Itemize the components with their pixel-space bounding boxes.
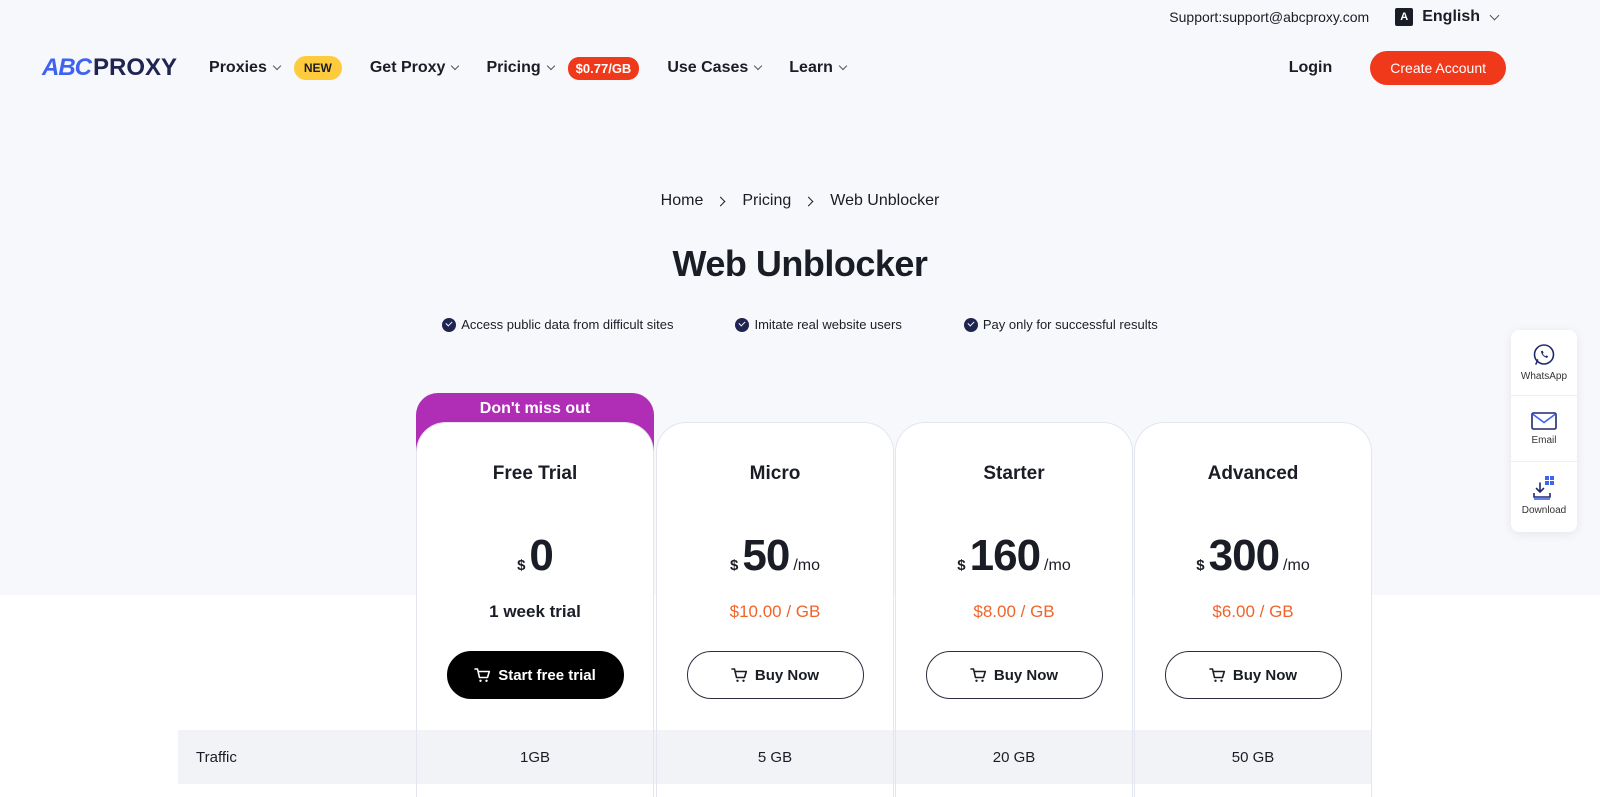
cta-label: Buy Now bbox=[754, 666, 820, 684]
contact-label: Download bbox=[1521, 504, 1567, 516]
new-badge: NEW bbox=[293, 56, 342, 80]
chevron-down-icon bbox=[451, 61, 460, 71]
download-link[interactable]: Download bbox=[1511, 462, 1577, 528]
plan-rate: $8.00 / GB bbox=[973, 602, 1055, 621]
nav-pricing-label: Pricing bbox=[486, 59, 541, 76]
buy-now-button[interactable]: Buy Now bbox=[1164, 651, 1342, 699]
contact-label: Email bbox=[1531, 435, 1557, 446]
plan-name: Micro bbox=[749, 463, 801, 484]
price-amount: 160 bbox=[969, 531, 1041, 580]
language-label: English bbox=[1422, 8, 1480, 25]
check-circle-icon bbox=[963, 317, 978, 332]
cart-icon bbox=[474, 667, 491, 683]
breadcrumb-pricing[interactable]: Pricing bbox=[742, 192, 791, 210]
feature-list: Access public data from difficult sites … bbox=[0, 317, 1600, 332]
chevron-down-icon bbox=[272, 61, 282, 71]
nav-pricing[interactable]: Pricing $0.77/GB bbox=[486, 56, 640, 80]
nav-learn-label: Learn bbox=[789, 59, 833, 76]
traffic-value: 5 GB bbox=[757, 749, 793, 766]
email-icon bbox=[1531, 412, 1557, 430]
page-title: Web Unblocker bbox=[672, 243, 928, 284]
nav-get-proxy-label: Get Proxy bbox=[369, 59, 446, 76]
logo-proxy: PROXY bbox=[93, 54, 178, 81]
breadcrumb-home[interactable]: Home bbox=[661, 192, 704, 210]
row-label-traffic: Traffic bbox=[196, 749, 237, 766]
plan-name: Free Trial bbox=[492, 463, 578, 484]
currency-symbol: $ bbox=[517, 557, 526, 574]
price-period: /mo bbox=[1044, 557, 1071, 574]
chevron-down-icon bbox=[546, 61, 555, 71]
buy-now-button[interactable]: Buy Now bbox=[686, 651, 864, 699]
chevron-right-icon bbox=[715, 196, 726, 206]
currency-symbol: $ bbox=[1196, 557, 1205, 574]
cta-label: Buy Now bbox=[993, 666, 1059, 684]
feature-item: Pay only for successful results bbox=[963, 317, 1158, 332]
whatsapp-icon bbox=[1533, 344, 1555, 365]
start-free-trial-button[interactable]: Start free trial bbox=[446, 651, 624, 699]
nav-proxies[interactable]: Proxies NEW bbox=[209, 56, 342, 80]
feature-text: Imitate real website users bbox=[754, 317, 902, 332]
translate-icon: A bbox=[1395, 8, 1414, 26]
download-icon bbox=[1533, 475, 1554, 500]
price-amount: 0 bbox=[529, 531, 554, 580]
feature-text: Pay only for successful results bbox=[982, 317, 1158, 332]
plan-name: Advanced bbox=[1207, 463, 1299, 484]
create-account-button[interactable]: Create Account bbox=[1370, 51, 1506, 85]
chevron-down-icon bbox=[838, 61, 848, 71]
breadcrumb-current: Web Unblocker bbox=[830, 192, 940, 209]
email-link[interactable]: Email bbox=[1511, 396, 1577, 462]
cart-icon bbox=[731, 667, 748, 683]
logo[interactable]: ABC PROXY bbox=[42, 54, 177, 82]
traffic-value: 50 GB bbox=[1231, 749, 1275, 766]
language-selector[interactable]: A English bbox=[1395, 8, 1500, 26]
plan-rate: $6.00 / GB bbox=[1212, 602, 1294, 621]
price-period: /mo bbox=[1283, 557, 1310, 574]
traffic-value: 1GB bbox=[519, 749, 550, 766]
plan-price: $ 160 /mo bbox=[896, 531, 1132, 580]
cart-icon bbox=[970, 667, 987, 683]
price-period: /mo bbox=[793, 557, 820, 574]
login-link[interactable]: Login bbox=[1289, 59, 1333, 77]
currency-symbol: $ bbox=[957, 557, 966, 574]
nav-actions: Login Create Account bbox=[1289, 51, 1506, 85]
feature-item: Imitate real website users bbox=[735, 317, 902, 332]
price-badge: $0.77/GB bbox=[567, 56, 640, 80]
plan-rate: $10.00 / GB bbox=[729, 602, 821, 621]
support-email[interactable]: Support:support@abcproxy.com bbox=[1169, 9, 1369, 25]
chevron-down-icon bbox=[1489, 10, 1500, 20]
plan-rate: 1 week trial bbox=[489, 602, 581, 621]
top-utility-bar: Support:support@abcproxy.com A English bbox=[1169, 7, 1500, 27]
chevron-down-icon bbox=[754, 61, 763, 71]
currency-symbol: $ bbox=[730, 557, 739, 574]
plan-price: $ 300 /mo bbox=[1135, 531, 1371, 580]
contact-widget: WhatsApp Email Download bbox=[1511, 330, 1577, 532]
price-amount: 50 bbox=[742, 531, 790, 580]
price-amount: 300 bbox=[1208, 531, 1280, 580]
nav-use-cases[interactable]: Use Cases bbox=[667, 59, 763, 77]
feature-item: Access public data from difficult sites bbox=[442, 317, 673, 332]
plan-price: $ 50 /mo bbox=[657, 531, 893, 580]
feature-text: Access public data from difficult sites bbox=[461, 317, 674, 332]
nav-use-cases-label: Use Cases bbox=[667, 59, 749, 76]
traffic-value: 20 GB bbox=[992, 749, 1036, 766]
whatsapp-link[interactable]: WhatsApp bbox=[1511, 330, 1577, 396]
cart-icon bbox=[1209, 667, 1226, 683]
plan-price: $ 0 bbox=[417, 531, 653, 580]
cta-label: Buy Now bbox=[1232, 666, 1298, 684]
main-nav: ABC PROXY Proxies NEW Get Proxy Pricing … bbox=[42, 50, 1506, 86]
check-circle-icon bbox=[442, 317, 457, 332]
nav-get-proxy[interactable]: Get Proxy bbox=[369, 59, 460, 77]
logo-abc: ABC bbox=[42, 54, 92, 81]
nav-learn[interactable]: Learn bbox=[789, 59, 848, 77]
cta-label: Start free trial bbox=[498, 666, 596, 684]
plan-name: Starter bbox=[983, 463, 1045, 484]
buy-now-button[interactable]: Buy Now bbox=[925, 651, 1103, 699]
breadcrumb: Home Pricing Web Unblocker bbox=[0, 192, 1600, 210]
chevron-right-icon bbox=[803, 196, 814, 206]
check-circle-icon bbox=[735, 317, 750, 332]
contact-label: WhatsApp bbox=[1520, 371, 1568, 382]
nav-proxies-label: Proxies bbox=[209, 59, 267, 76]
